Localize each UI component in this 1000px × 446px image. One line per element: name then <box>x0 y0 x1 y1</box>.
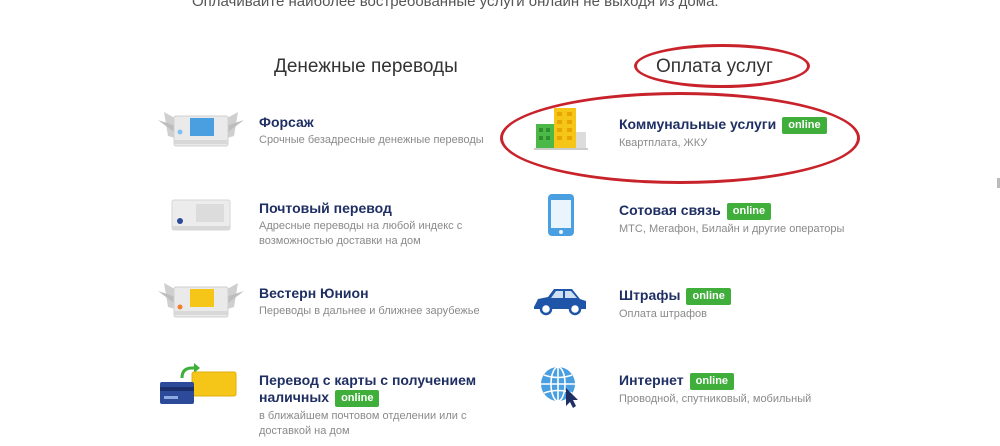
transfer-subtitle: в ближайшем почтовом отделении или с дос… <box>259 410 467 437</box>
tagline: Оплачивайте наиболее востребованные услу… <box>192 0 719 10</box>
service-subtitle: МТС, Мегафон, Билайн и другие операторы <box>619 223 845 235</box>
service-subtitle: Проводной, спутниковый, мобильный <box>619 393 812 405</box>
online-badge: online <box>335 390 380 407</box>
transfer-title: Форсаж <box>259 114 314 130</box>
transfer-subtitle: Срочные безадресные денежные переводы <box>259 134 484 146</box>
service-subtitle: Оплата штрафов <box>619 308 708 320</box>
building-icon <box>534 108 588 150</box>
online-badge: online <box>689 373 735 390</box>
transfer-subtitle: Адресные переводы на любой индекс с возм… <box>259 220 463 247</box>
online-badge: online <box>726 203 772 220</box>
transfer-item-card-to-cash[interactable]: Перевод с карты с получением наличных onl… <box>156 362 496 437</box>
service-title: Сотовая связь online <box>619 202 844 220</box>
online-badge: online <box>686 288 731 305</box>
transfer-item-forsazh[interactable]: Форсаж Срочные безадресные денежные пере… <box>156 106 496 156</box>
service-title: Коммунальные услуги online <box>619 116 827 134</box>
transfer-item-western-union[interactable]: Вестерн Юнион Переводы в дальнее и ближн… <box>156 277 496 327</box>
transfer-subtitle: Переводы в дальнее и ближнее зарубежье <box>259 305 480 317</box>
globe-cursor-icon <box>541 366 578 408</box>
service-title: Интернет online <box>619 372 811 390</box>
annotation-oval-heading <box>634 44 810 88</box>
transfer-title: Вестерн Юнион <box>259 285 369 301</box>
transfer-title: Почтовый перевод <box>259 200 392 216</box>
winged-terminal-yellow-icon <box>158 283 244 318</box>
service-title: Штрафы online <box>619 287 731 305</box>
card-to-cash-icon <box>160 363 237 404</box>
service-item-utilities[interactable]: Коммунальные услуги online Квартплата, ЖК… <box>530 106 850 158</box>
service-item-mobile[interactable]: Сотовая связь online МТС, Мегафон, Билайн… <box>530 192 850 242</box>
money-transfers-heading: Денежные переводы <box>274 56 458 77</box>
online-badge: online <box>782 117 827 134</box>
transfer-title: Перевод с карты с получением наличных onl… <box>259 372 477 407</box>
winged-terminal-blue-icon <box>158 112 244 147</box>
car-icon <box>534 289 586 316</box>
smartphone-icon <box>548 194 574 236</box>
service-item-internet[interactable]: Интернет online Проводной, спутниковый, м… <box>530 362 850 412</box>
postal-transfer-icon <box>171 199 231 231</box>
service-subtitle: Квартплата, ЖКУ <box>619 137 708 149</box>
service-item-fines[interactable]: Штрафы online Оплата штрафов <box>530 277 850 327</box>
transfer-item-postal[interactable]: Почтовый перевод Адресные переводы на лю… <box>156 192 496 248</box>
